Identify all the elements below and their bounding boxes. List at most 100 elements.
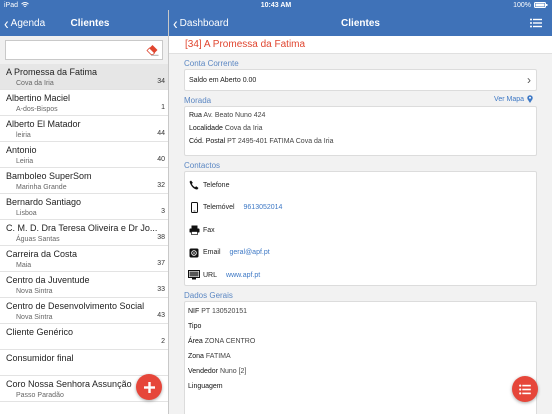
client-count: 44 bbox=[157, 130, 165, 137]
client-name: Antonio bbox=[6, 145, 37, 155]
client-count: 32 bbox=[157, 182, 165, 189]
client-location: Lisboa bbox=[16, 210, 37, 217]
tipo-label: Tipo bbox=[188, 323, 202, 330]
fax-row[interactable]: Fax bbox=[185, 219, 536, 242]
search-box bbox=[5, 40, 163, 60]
tipo-row: Tipo bbox=[185, 320, 536, 335]
client-count: 34 bbox=[157, 78, 165, 85]
telefone-label: Telefone bbox=[203, 181, 230, 189]
section-conta-corrente: Conta Corrente bbox=[184, 59, 239, 68]
url-icon bbox=[188, 270, 200, 280]
email-row[interactable]: Email geral@apf.pt bbox=[185, 242, 536, 265]
morada-card: Rua Av. Beato Nuno 424 Localidade Cova d… bbox=[184, 106, 537, 156]
zona-label: Zona bbox=[188, 353, 204, 360]
telefone-row[interactable]: Telefone bbox=[185, 174, 536, 197]
client-detail-panel: [34] A Promessa da Fatima Conta Corrente… bbox=[169, 36, 552, 414]
chevron-right-icon: › bbox=[527, 73, 531, 87]
linguagem-label: Linguagem bbox=[188, 383, 223, 390]
section-dados-gerais: Dados Gerais bbox=[184, 291, 233, 300]
right-nav-bar: ‹ Dashboard Clientes bbox=[169, 10, 552, 36]
phone-icon bbox=[189, 180, 199, 190]
contactos-card: Telefone Telemóvel 9613052014 Fax Email … bbox=[184, 171, 537, 286]
list-item[interactable]: Cliente Genérico 2 bbox=[0, 324, 168, 350]
rua-value: Av. Beato Nuno 424 bbox=[203, 112, 266, 119]
client-location: Maia bbox=[16, 262, 32, 269]
client-count: 43 bbox=[157, 312, 165, 319]
area-row: Área ZONA CENTRO bbox=[185, 335, 536, 350]
cp-label: Cód. Postal bbox=[189, 138, 226, 145]
client-location: Cova da Iria bbox=[16, 80, 54, 87]
client-count: 3 bbox=[161, 208, 165, 215]
telemovel-value[interactable]: 9613052014 bbox=[244, 204, 283, 211]
email-icon bbox=[189, 248, 199, 258]
client-name: Consumidor final bbox=[6, 353, 74, 363]
vendedor-label: Vendedor bbox=[188, 368, 218, 375]
list-item[interactable]: Consumidor final bbox=[0, 350, 168, 376]
section-morada-label: Morada bbox=[184, 96, 212, 105]
fax-label: Fax bbox=[203, 226, 215, 234]
vendedor-row: Vendedor Nuno [2] bbox=[185, 365, 536, 380]
client-location: Nova Sintra bbox=[16, 288, 53, 295]
list-item[interactable]: Bernardo Santiago Lisboa 3 bbox=[0, 194, 168, 220]
client-location: Leiria bbox=[16, 158, 34, 165]
saldo-row[interactable]: Saldo em Aberto 0.00 › bbox=[184, 69, 537, 91]
url-row[interactable]: URL www.apf.pt bbox=[185, 264, 536, 287]
nif-label: NIF bbox=[188, 308, 200, 315]
section-morada: Morada Ver Mapa bbox=[169, 91, 552, 106]
dashboard-back-button[interactable]: ‹ Dashboard bbox=[169, 15, 229, 32]
list-item[interactable]: Centro da Juventude Nova Sintra 33 bbox=[0, 272, 168, 298]
client-name: Bernardo Santiago bbox=[6, 197, 82, 207]
zona-value: FATIMA bbox=[205, 353, 231, 360]
agenda-back-button[interactable]: ‹ Agenda bbox=[0, 13, 45, 33]
list-item[interactable]: Centro de Desenvolvimento Social Nova Sin… bbox=[0, 298, 168, 324]
fax-icon bbox=[189, 225, 199, 236]
email-value[interactable]: geral@apf.pt bbox=[230, 249, 270, 256]
chevron-left-icon: ‹ bbox=[4, 13, 9, 33]
list-item[interactable]: A Promessa da Fatima Cova da Iria 34 bbox=[0, 64, 168, 90]
telemovel-label: Telemóvel bbox=[203, 204, 235, 212]
url-value[interactable]: www.apf.pt bbox=[226, 272, 260, 279]
menu-list-icon[interactable] bbox=[530, 18, 542, 28]
list-item[interactable]: C. M. D. Dra Teresa Oliveira e Dr Jo... Á… bbox=[0, 220, 168, 246]
eraser-icon[interactable] bbox=[146, 44, 159, 56]
localidade-label: Localidade bbox=[189, 125, 223, 132]
left-nav-bar: ‹ Agenda Clientes bbox=[0, 10, 168, 36]
area-value: ZONA CENTRO bbox=[204, 338, 256, 345]
list-item[interactable]: Bamboleo SuperSom Marinha Grande 32 bbox=[0, 168, 168, 194]
add-client-button[interactable] bbox=[136, 374, 162, 400]
rua-row: Rua Av. Beato Nuno 424 bbox=[185, 110, 536, 123]
saldo-text: Saldo em Aberto 0.00 bbox=[189, 76, 257, 84]
client-location: A-dos-Bispos bbox=[16, 106, 58, 113]
area-label: Área bbox=[188, 338, 203, 345]
mobile-icon bbox=[190, 202, 198, 214]
client-title: [34] A Promessa da Fatima bbox=[169, 36, 552, 54]
ver-mapa-button[interactable]: Ver Mapa bbox=[494, 95, 533, 103]
list-item[interactable]: Alberto El Matador leiria 44 bbox=[0, 116, 168, 142]
client-location: Marinha Grande bbox=[16, 184, 67, 191]
client-location: Nova Sintra bbox=[16, 314, 53, 321]
cp-row: Cód. Postal PT 2495-401 FATIMA Cova da I… bbox=[185, 136, 536, 149]
client-count: 1 bbox=[161, 104, 165, 111]
list-item[interactable]: Albertino Maciel A-dos-Bispos 1 bbox=[0, 90, 168, 116]
client-name: Alberto El Matador bbox=[6, 119, 81, 129]
clients-list-panel: A Promessa da Fatima Cova da Iria 34 Albert… bbox=[0, 36, 168, 414]
client-name: Albertino Maciel bbox=[6, 93, 71, 103]
list-icon bbox=[519, 384, 531, 394]
client-name: Centro de Desenvolvimento Social bbox=[6, 301, 145, 311]
list-item[interactable]: Carreira da Costa Maia 37 bbox=[0, 246, 168, 272]
linguagem-row: Linguagem bbox=[185, 380, 536, 395]
url-label: URL bbox=[203, 271, 218, 279]
client-name: Cliente Genérico bbox=[6, 327, 74, 337]
status-bar: iPad 10:43 AM 100% bbox=[0, 0, 552, 10]
search-input[interactable] bbox=[6, 42, 162, 60]
actions-menu-button[interactable] bbox=[512, 376, 538, 402]
client-list: A Promessa da Fatima Cova da Iria 34 Albert… bbox=[0, 64, 168, 402]
client-name: Centro da Juventude bbox=[6, 275, 90, 285]
client-count: 33 bbox=[157, 286, 165, 293]
client-count: 38 bbox=[157, 234, 165, 241]
telemovel-row[interactable]: Telemóvel 9613052014 bbox=[185, 197, 536, 220]
rua-label: Rua bbox=[189, 112, 202, 119]
list-item[interactable]: Antonio Leiria 40 bbox=[0, 142, 168, 168]
cp-value: PT 2495-401 FATIMA Cova da Iria bbox=[227, 138, 334, 145]
status-time: 10:43 AM bbox=[260, 1, 292, 9]
